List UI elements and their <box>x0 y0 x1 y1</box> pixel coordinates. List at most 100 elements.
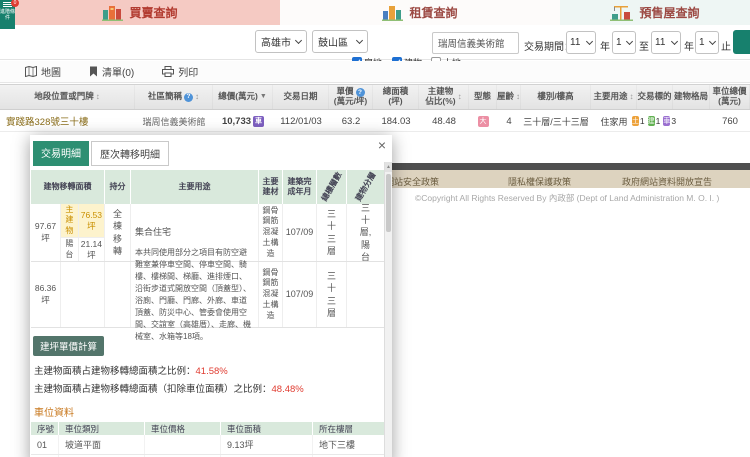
col-main-ratio[interactable]: 主建物 佔比(%) ↕ <box>419 85 469 109</box>
col-address[interactable]: 地段位置或門牌 ↕ <box>0 85 135 109</box>
close-icon[interactable]: × <box>378 138 386 152</box>
info-icon[interactable]: ? <box>184 92 193 102</box>
sort-icon[interactable]: ↕ <box>96 92 100 101</box>
community-search-input[interactable] <box>432 32 519 54</box>
scroll-up-icon[interactable]: ▲ <box>385 162 392 172</box>
cell-total-floors: 三十三層 <box>317 204 347 261</box>
footer-link-open-data[interactable]: 政府網站資料開放宣告 <box>622 175 712 188</box>
tab-transaction-detail[interactable]: 交易明細 <box>33 141 89 166</box>
to-year-select[interactable]: 11 <box>651 31 681 54</box>
to-month-select[interactable]: 1 <box>695 31 719 54</box>
col-parking-area: 車位面積 <box>221 422 313 435</box>
saved-list-label: 清單(0) <box>102 68 135 79</box>
district-select[interactable]: 鼓山區 <box>312 30 368 53</box>
tab-label: 預售屋查詢 <box>639 6 700 20</box>
buildings-icon <box>382 6 404 21</box>
top-tab-bar: 買賣查詢 租賃查詢 預售屋查詢 <box>0 0 750 25</box>
col-usage[interactable]: 主要用途 ↕ <box>591 85 637 109</box>
row-unit-price: 63.2 <box>341 115 361 127</box>
tab-buy-sell-query[interactable]: 買賣查詢 <box>0 0 280 25</box>
from-month-select[interactable]: 1 <box>612 31 636 54</box>
result-row[interactable]: 實踐路328號三十樓 瑞周信義美術館 10,733 車 112/01/03 63… <box>0 111 750 132</box>
row-address[interactable]: 實踐路328號三十樓 <box>0 111 135 131</box>
part-value-main: 76.53坪 <box>78 204 104 238</box>
cell-share <box>105 262 131 327</box>
results-toolbar: 地圖 清單(0) 列印 <box>0 61 750 83</box>
col-parking-price[interactable]: 車位總價 (萬元) <box>710 85 750 109</box>
ratio-line: 主建物面積占建物移轉總面積（扣除車位面積）之比例：48.48% <box>34 381 392 395</box>
cell-area-breakdown <box>61 262 105 327</box>
row-type: 大 <box>469 111 497 131</box>
district-value: 鼓山區 <box>318 38 348 49</box>
saved-list-button[interactable]: 清單(0) <box>89 64 134 79</box>
row-community: 瑞周信義美術館 <box>142 116 206 127</box>
tab-presale-query[interactable]: 預售屋查詢 <box>560 0 750 25</box>
row-age: 4 <box>506 115 512 127</box>
col-community[interactable]: 社區簡稱? ↕ <box>135 85 213 109</box>
sort-icon[interactable]: ↕ <box>516 92 520 101</box>
row-layout <box>673 111 710 131</box>
sort-icon[interactable]: ↕ <box>630 92 634 101</box>
parking-included-icon: 車 <box>253 115 265 127</box>
land-target-icon: 土 <box>631 116 639 126</box>
building-target-icon: 建 <box>647 116 655 126</box>
sort-desc-icon[interactable]: ▼ <box>260 93 267 101</box>
year-unit-label: 年 <box>600 42 610 53</box>
sort-icon[interactable]: ↕ <box>195 92 199 101</box>
col-layout[interactable]: 建物格局 <box>673 85 710 109</box>
col-targets[interactable]: 交易標的 <box>637 85 673 109</box>
advanced-filter-label: 進階條件 <box>0 9 16 21</box>
col-total-price[interactable]: 總價(萬元) ▼ <box>213 85 273 109</box>
cell-material: 鋼骨鋼筋混凝土構造 <box>259 262 283 327</box>
parking-table: 序號 車位類別 車位價格 車位面積 所在樓層 01 坡道平面 9.13坪 地下三… <box>31 422 385 457</box>
unit-price-calc-button[interactable]: 建坪單價計算 <box>33 336 105 356</box>
part-name-main: 主建物 <box>61 204 79 238</box>
print-button[interactable]: 列印 <box>162 64 198 79</box>
col-main-use: 主要用途 <box>131 170 259 204</box>
col-material: 主要建材 <box>259 170 283 204</box>
chevron-down-icon <box>625 37 634 46</box>
cell-parking-floor: 地下三樓 <box>313 435 385 454</box>
crane-icon <box>610 6 634 21</box>
col-age[interactable]: 屋齡 ↕ <box>497 85 521 109</box>
sort-icon[interactable]: ↕ <box>458 92 462 101</box>
row-parking-price: 760 <box>722 115 738 127</box>
city-value: 高雄市 <box>261 38 291 49</box>
tab-transfer-history[interactable]: 歷次轉移明細 <box>91 141 169 166</box>
row-area: 184.03 <box>381 115 411 127</box>
col-type[interactable]: 型態 <box>469 85 497 109</box>
printer-icon <box>162 66 175 77</box>
bookmark-icon <box>90 66 97 77</box>
from-year-select[interactable]: 11 <box>566 31 596 54</box>
tab-rent-query[interactable]: 租賃查詢 <box>280 0 560 25</box>
city-select[interactable]: 高雄市 <box>255 30 307 53</box>
col-floor[interactable]: 樓別/樓高 <box>521 85 591 109</box>
row-main-ratio: 48.48 <box>432 115 456 127</box>
map-view-button[interactable]: 地圖 <box>25 64 61 79</box>
parking-data-title: 車位資料 <box>34 408 74 419</box>
col-parking-price: 車位價格 <box>145 422 221 435</box>
print-label: 列印 <box>178 68 199 79</box>
col-parking-floor: 所在樓層 <box>313 422 385 435</box>
building-target-count: 1 <box>655 116 661 126</box>
col-area[interactable]: 總面積 (坪) <box>373 85 419 109</box>
search-button[interactable] <box>733 30 750 54</box>
modal-scrollbar[interactable]: ▲ <box>384 162 392 457</box>
scrollbar-thumb[interactable] <box>386 174 391 232</box>
chevron-down-icon <box>670 37 679 46</box>
cell-transfer-area: 86.36坪 <box>31 262 61 327</box>
cell-completed: 107/09 <box>283 262 317 327</box>
map-icon <box>25 66 37 77</box>
building-type-icon: 大 <box>477 115 489 127</box>
col-total-floors: 總樓層數 <box>317 170 347 204</box>
col-serial: 序號 <box>31 422 59 435</box>
col-completed: 建築完成年月 <box>283 170 317 204</box>
footer-link-privacy[interactable]: 隱私權保護政策 <box>508 175 571 188</box>
modal-tab-bar: 交易明細 歷次轉移明細 <box>30 135 392 166</box>
col-date[interactable]: 交易日期 <box>273 85 329 109</box>
footer-link-security[interactable]: 網站安全政策 <box>385 175 439 188</box>
row-targets: 土1 建1 車3 <box>631 111 676 131</box>
col-unit-price[interactable]: 單價? (萬元/坪) <box>329 85 373 109</box>
cell-parking-area: 9.13坪 <box>221 435 313 454</box>
col-building-floor: 建物分層 <box>347 170 385 204</box>
